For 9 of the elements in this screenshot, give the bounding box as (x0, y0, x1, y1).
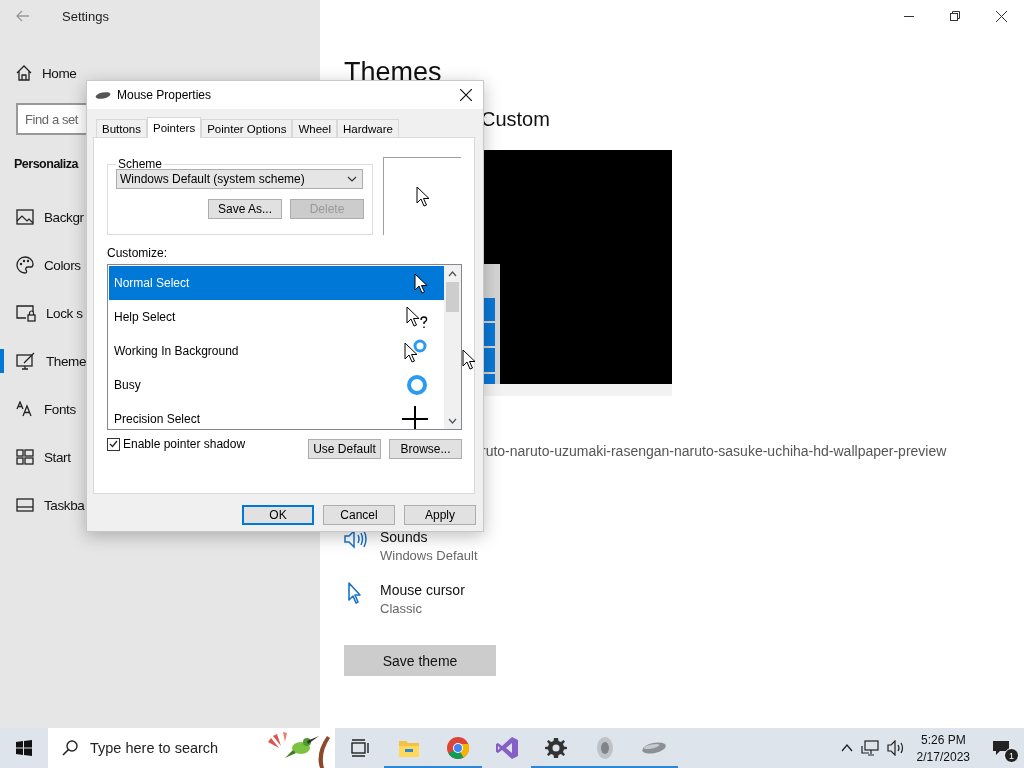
group-label: Scheme (117, 157, 164, 171)
item-value: Windows Default (380, 548, 478, 563)
customize-label: Customize: (107, 246, 169, 260)
background-name: ruto-naruto-uzumaki-rasengan-naruto-sasuke-uchiha-hd-wallpaper-preview (481, 443, 948, 459)
window-title: Settings (62, 8, 109, 24)
notification-count: 1 (1004, 748, 1019, 763)
section-heading: Personaliza (14, 157, 78, 171)
item-value: Classic (380, 601, 423, 616)
dialog-title: Mouse Properties (117, 88, 213, 102)
